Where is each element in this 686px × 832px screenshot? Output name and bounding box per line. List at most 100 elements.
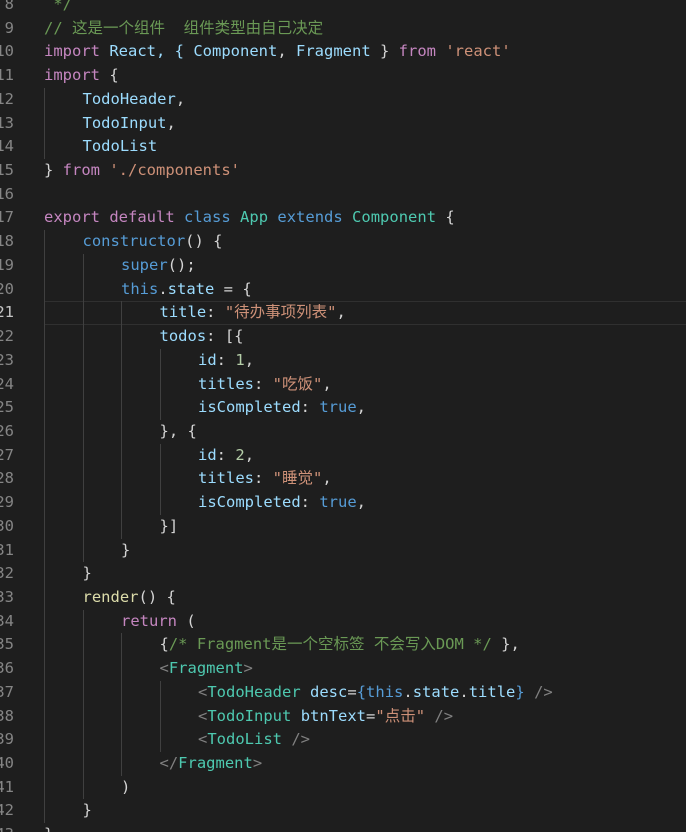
code-line[interactable]: 21 title: "待办事项列表", — [0, 301, 686, 326]
code-line[interactable]: 31} — [0, 538, 686, 563]
indent-guide — [159, 728, 161, 752]
code-line[interactable]: 42} — [0, 799, 686, 824]
line-number: 8 — [0, 0, 14, 17]
indent-guide — [44, 562, 45, 586]
line-number: 38 — [0, 705, 14, 729]
code-token: /> — [534, 682, 553, 701]
code-line[interactable]: 19 super(); — [0, 253, 686, 278]
line-number: 15 — [0, 159, 14, 183]
code-line[interactable]: 32} — [0, 562, 686, 586]
current-line-highlight — [44, 301, 686, 326]
code-line[interactable]: 40 </Fragment> — [0, 752, 686, 776]
line-number-text: 30 — [0, 516, 14, 535]
code-line[interactable]: 17 export default class App extends Compo… — [0, 206, 686, 230]
code-token: render — [82, 587, 139, 606]
code-editor[interactable]: 8 */9// 这是一个组件 组件类型由自己决定10import React, … — [0, 0, 686, 832]
line-number-text: 16 — [0, 184, 14, 203]
code-line[interactable]: 23 id: 1, — [0, 348, 686, 373]
code-line[interactable]: 33 render() { — [0, 585, 686, 610]
code-text: export default class App extends Compone… — [44, 206, 455, 230]
line-number: 20 — [0, 278, 14, 302]
code-token: } — [44, 161, 63, 180]
code-line[interactable]: 37 <TodoHeader desc={this.state.title} /> — [0, 680, 686, 705]
code-token: , — [166, 113, 176, 132]
code-line[interactable]: 10 import React, { Component, Fragment } … — [0, 40, 686, 64]
code-token: : — [254, 374, 273, 393]
code-line[interactable]: 43} — [0, 823, 686, 832]
code-line[interactable]: 34 return ( — [0, 609, 686, 634]
code-token: < — [159, 659, 169, 678]
code-line[interactable]: 38 <TodoInput btnText="点击" /> — [0, 704, 686, 729]
code-line[interactable]: 9 // 这是一个组件 组件类型由自己决定 — [0, 17, 686, 41]
code-token: './components' — [109, 161, 240, 180]
indent-guide — [44, 752, 45, 776]
code-line[interactable]: 18 constructor() { — [0, 230, 686, 254]
indent-guide — [121, 443, 122, 468]
indent-guide — [159, 372, 161, 397]
code-line[interactable]: 36 <Fragment> — [0, 657, 686, 681]
code-token: TodoList — [207, 730, 282, 749]
line-number-text: 15 — [0, 161, 14, 180]
code-line[interactable]: 15} from './components' — [0, 159, 686, 183]
code-token: , — [356, 398, 366, 417]
code-line[interactable]: 41) — [0, 775, 686, 800]
code-token: "睡觉" — [272, 469, 323, 488]
line-number: 21 — [0, 301, 14, 325]
code-line[interactable]: 24 titles: "吃饭", — [0, 372, 686, 397]
code-line[interactable]: 20 this.state = { — [0, 277, 686, 302]
indent-guide — [44, 609, 45, 634]
code-line[interactable]: 35 {/* Fragment是一个空标签 不会写入DOM */ }, — [0, 633, 686, 658]
code-text: titles: "睡觉", — [198, 467, 332, 491]
line-number: 27 — [0, 444, 14, 468]
code-line[interactable]: 26}, { — [0, 419, 686, 444]
code-line[interactable]: 16 — [0, 183, 686, 207]
code-token: , — [356, 493, 366, 512]
indent-guide — [159, 467, 161, 492]
code-line[interactable]: 39 <TodoList /> — [0, 728, 686, 752]
code-token: () { — [185, 232, 223, 251]
line-number: 23 — [0, 349, 14, 373]
code-token: : — [216, 350, 236, 369]
indent-guide — [82, 704, 84, 729]
code-token: TodoInput — [207, 706, 292, 725]
code-line[interactable]: 12 TodoHeader, — [0, 87, 686, 112]
code-line[interactable]: 28 titles: "睡觉", — [0, 467, 686, 492]
code-line[interactable]: 29 isCompleted: true, — [0, 491, 686, 515]
code-token: titles — [198, 374, 254, 393]
line-number: 14 — [0, 135, 14, 159]
code-token: App — [240, 208, 269, 227]
indent-guide — [82, 277, 84, 302]
code-line[interactable]: 11 import { — [0, 64, 686, 88]
code-token: "吃饭" — [272, 374, 323, 393]
line-number-text: 27 — [0, 445, 14, 464]
code-token: } — [515, 682, 525, 701]
code-token: from — [62, 161, 100, 180]
line-number-text: 17 — [0, 208, 14, 227]
indent-guide — [82, 253, 84, 278]
code-line[interactable]: 30}] — [0, 514, 686, 539]
code-line[interactable]: 14 TodoList — [0, 135, 686, 160]
code-text: <Fragment> — [160, 657, 253, 681]
line-number-text: 22 — [0, 327, 14, 346]
code-token: : — [216, 445, 236, 464]
code-token: (); — [167, 255, 196, 274]
code-token: */ — [44, 0, 72, 13]
indent-guide — [44, 301, 45, 326]
indent-guide — [121, 657, 122, 681]
code-token: /> — [291, 730, 311, 749]
code-token: < — [198, 706, 208, 725]
code-line[interactable]: 27 id: 2, — [0, 443, 686, 468]
code-token: "待办事项列表" — [224, 303, 337, 322]
code-token: } — [370, 42, 399, 61]
indent-guide — [121, 728, 122, 752]
line-number-text: 32 — [0, 564, 14, 583]
code-line[interactable]: 8 */ — [0, 0, 686, 17]
code-text: <TodoHeader desc={this.state.title} /> — [198, 681, 553, 705]
indent-guide — [121, 372, 122, 397]
line-number-text: 37 — [0, 682, 14, 701]
code-line[interactable]: 13 TodoInput, — [0, 111, 686, 136]
code-line[interactable]: 25 isCompleted: true, — [0, 396, 686, 420]
code-line[interactable]: 22 todos: [{ — [0, 325, 686, 349]
line-number: 43 — [0, 823, 14, 832]
line-number: 42 — [0, 799, 14, 823]
